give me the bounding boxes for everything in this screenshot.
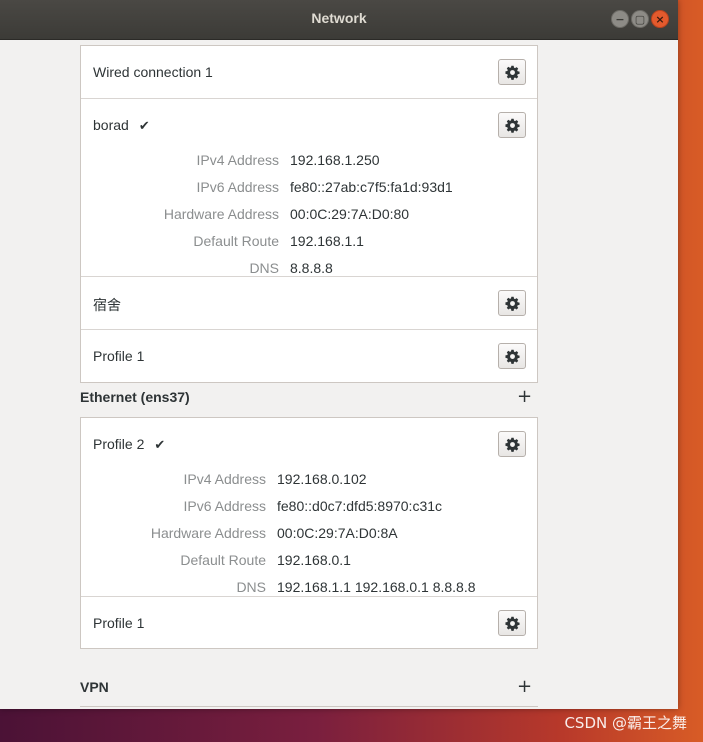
settings-button[interactable] — [498, 59, 526, 85]
close-button[interactable]: × — [651, 10, 669, 28]
detail-label: DNS — [236, 579, 266, 595]
connection-row-wired-connection-1[interactable]: Wired connection 1 — [81, 46, 537, 98]
connection-name-active: Profile 2 ✔ — [93, 436, 165, 453]
gear-icon — [505, 118, 520, 133]
detail-value: fe80::27ab:c7f5:fa1d:93d1 — [290, 179, 453, 195]
connection-name: Wired connection 1 — [93, 64, 213, 80]
detail-label: Hardware Address — [163, 206, 279, 222]
title-bar[interactable]: Network − ▢ × — [0, 0, 678, 40]
ethernet-section-title: Ethernet (ens37) — [80, 389, 190, 405]
detail-value: fe80::d0c7:dfd5:8970:c31c — [277, 498, 443, 514]
minimize-button[interactable]: − — [611, 10, 629, 28]
connection-name-label: borad — [93, 117, 129, 133]
detail-value: 192.168.0.102 — [277, 471, 367, 487]
detail-value: 00:0C:29:7A:D0:8A — [277, 525, 398, 541]
connection-row-profile-1[interactable]: Profile 1 — [81, 329, 537, 383]
connection-row-borad[interactable]: borad ✔ IPv4 Address 192.168.1.250 IPv6 A… — [81, 98, 537, 277]
window-title: Network — [311, 10, 367, 26]
vpn-section-title: VPN — [80, 679, 109, 695]
gear-icon — [505, 65, 520, 80]
gear-icon — [505, 349, 520, 364]
watermark: CSDN @霸王之舞 — [564, 714, 687, 732]
connection-row-dormitory[interactable]: 宿舍 — [81, 276, 537, 330]
settings-button[interactable] — [498, 112, 526, 138]
gear-icon — [505, 296, 520, 311]
detail-value: 192.168.1.250 — [290, 152, 380, 168]
connection-name: Profile 1 — [93, 615, 145, 631]
settings-button[interactable] — [498, 290, 526, 316]
detail-value: 8.8.8.8 — [290, 260, 333, 276]
connections-card-ethernet: Profile 2 ✔ IPv4 Address 192.168.0.102 IP… — [80, 417, 538, 649]
connection-row-profile-1[interactable]: Profile 1 — [81, 596, 537, 649]
detail-label: IPv4 Address — [183, 471, 267, 487]
network-content: Wired connection 1 borad ✔ IPv4 Address 1… — [0, 40, 678, 709]
detail-label: DNS — [249, 260, 279, 276]
gear-icon — [505, 437, 520, 452]
detail-label: Default Route — [193, 233, 279, 249]
checkmark-icon: ✔ — [138, 118, 150, 133]
connection-name-label: Profile 2 — [93, 436, 145, 452]
detail-value: 00:0C:29:7A:D0:80 — [290, 206, 410, 222]
detail-value: 192.168.1.1 — [290, 233, 364, 249]
connection-name-active: borad ✔ — [93, 117, 150, 134]
gear-icon — [505, 616, 520, 631]
settings-button[interactable] — [498, 343, 526, 369]
detail-value: 192.168.1.1 192.168.0.1 8.8.8.8 — [277, 579, 476, 595]
connection-name: Profile 1 — [93, 348, 145, 364]
connection-name: 宿舍 — [93, 297, 121, 313]
detail-label: Hardware Address — [150, 525, 266, 541]
connection-row-profile-2[interactable]: Profile 2 ✔ IPv4 Address 192.168.0.102 IP… — [81, 418, 537, 596]
detail-label: IPv6 Address — [183, 498, 267, 514]
detail-label: IPv4 Address — [196, 152, 280, 168]
vpn-list-top-border — [80, 706, 538, 707]
checkmark-icon: ✔ — [154, 437, 166, 452]
settings-button[interactable] — [498, 610, 526, 636]
settings-button[interactable] — [498, 431, 526, 457]
detail-label: Default Route — [180, 552, 266, 568]
plus-icon[interactable]: + — [517, 678, 532, 696]
maximize-button[interactable]: ▢ — [631, 10, 649, 28]
plus-icon[interactable]: + — [517, 388, 532, 406]
detail-label: IPv6 Address — [196, 179, 280, 195]
detail-value: 192.168.0.1 — [277, 552, 351, 568]
connections-card-top: Wired connection 1 borad ✔ IPv4 Address 1… — [80, 45, 538, 383]
